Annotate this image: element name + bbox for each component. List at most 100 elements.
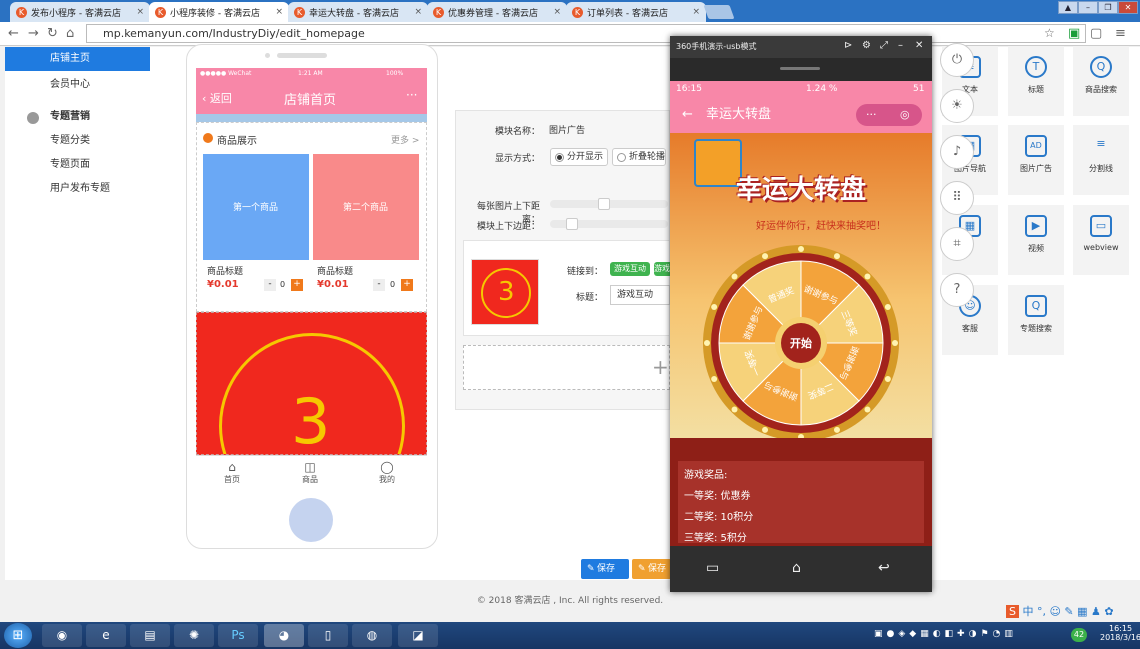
radio-separate[interactable]: 分开显示: [550, 148, 609, 166]
restore-icon[interactable]: ❐: [1098, 1, 1118, 14]
new-tab-button[interactable]: [703, 5, 735, 19]
notification-badge[interactable]: 42: [1071, 628, 1087, 642]
sidebar-item-store-home[interactable]: 店铺主页: [5, 47, 150, 71]
qty-minus-button[interactable]: -: [373, 279, 385, 291]
more-icon[interactable]: ···: [866, 97, 877, 133]
settings-gear-icon[interactable]: ⚙: [862, 40, 871, 51]
tray-icons[interactable]: ▣●◈◆▦◐◧✚◑⚑◔▥: [874, 629, 1017, 639]
back-label: 返回: [209, 92, 232, 105]
module-spacing-handle[interactable]: [566, 218, 578, 230]
close-icon[interactable]: ×: [553, 7, 561, 17]
start-button[interactable]: ⊞: [4, 623, 32, 648]
sidebar-item-topic-category[interactable]: 专题分类: [5, 129, 150, 153]
sidebar-item-user-topic[interactable]: 用户发布专题: [5, 177, 150, 201]
back-icon[interactable]: ↩: [878, 560, 890, 576]
home-icon[interactable]: ⌂: [792, 560, 801, 576]
back-icon[interactable]: ←: [8, 26, 19, 41]
folder-icon[interactable]: ▤: [130, 624, 170, 647]
volume-icon[interactable]: ♪: [940, 135, 974, 169]
link-tag-secondary[interactable]: 游戏: [654, 262, 670, 276]
power-icon[interactable]: ⏻: [940, 43, 974, 77]
tab-lucky-wheel[interactable]: K 幸运大转盘 - 客满云店 ×: [288, 2, 428, 22]
tab-coupons[interactable]: K 优惠券管理 - 客满云店 ×: [427, 2, 567, 22]
phone-header: ‹ 返回 店铺首页 ···: [196, 80, 427, 114]
qty-plus-button[interactable]: +: [401, 279, 413, 291]
menu-icon[interactable]: ≡: [1115, 26, 1126, 41]
photoshop-icon[interactable]: Ps: [218, 624, 258, 647]
minimize-icon[interactable]: –: [898, 40, 903, 51]
pin-icon[interactable]: ⊳: [844, 40, 852, 51]
tool-title[interactable]: T 标题: [1008, 46, 1064, 116]
close-icon[interactable]: ✕: [915, 40, 923, 51]
home-icon[interactable]: ⌂: [66, 26, 74, 41]
home-button[interactable]: [289, 498, 333, 542]
tool-product-search[interactable]: Q 商品搜索: [1073, 46, 1129, 116]
tool-image-ad[interactable]: AD 图片广告: [1008, 125, 1064, 195]
app-icon[interactable]: ◉: [42, 624, 82, 647]
wheel-start-button[interactable]: 开始: [790, 336, 812, 350]
help-icon[interactable]: ?: [940, 273, 974, 307]
save-button[interactable]: ✎ 保存: [581, 559, 629, 579]
sidebar-group-topic-marketing[interactable]: 专题营销: [5, 105, 150, 129]
close-circle-icon[interactable]: ◎: [900, 97, 910, 133]
more-link[interactable]: 更多 >: [391, 133, 419, 146]
minimize-icon[interactable]: –: [1078, 1, 1098, 14]
prize-wheel[interactable]: 谢谢参与三等奖谢谢参与二等奖谢谢参与一等奖谢谢参与普通奖 开始: [701, 243, 901, 443]
screenshot-icon[interactable]: ⌗: [940, 227, 974, 261]
tab-publish[interactable]: K 发布小程序 - 客满云店 ×: [10, 2, 150, 22]
expand-icon[interactable]: ⤢: [880, 40, 888, 51]
ime-toolbar[interactable]: S 中 °, ☺ ✎ ▦ ♟ ✿: [1006, 603, 1136, 621]
app-icon[interactable]: ✺: [174, 624, 214, 647]
keyboard-icon[interactable]: ⠿: [940, 181, 974, 215]
close-icon[interactable]: ×: [692, 7, 700, 17]
sidebar-item-member-center[interactable]: 会员中心: [5, 73, 150, 97]
ad-thumbnail[interactable]: 3: [471, 259, 539, 325]
close-icon[interactable]: ×: [275, 7, 283, 17]
product-image[interactable]: 第一个商品: [203, 154, 309, 260]
reload-icon[interactable]: ↻: [47, 26, 58, 41]
link-tag[interactable]: 游戏互动: [610, 262, 650, 276]
miniapp-capsule[interactable]: ··· ◎: [856, 104, 922, 126]
tab-home[interactable]: ⌂ 首页: [224, 460, 240, 485]
recent-apps-icon[interactable]: ▭: [706, 560, 719, 576]
tab-goods[interactable]: ◫ 商品: [302, 460, 318, 485]
forward-icon[interactable]: →: [28, 26, 39, 41]
qty-minus-button[interactable]: -: [264, 279, 276, 291]
wheel-light: [864, 273, 871, 280]
add-ad-button[interactable]: +: [463, 345, 670, 390]
image-spacing-handle[interactable]: [598, 198, 610, 210]
back-arrow-icon[interactable]: ←: [682, 97, 693, 133]
more-icon[interactable]: ···: [406, 88, 417, 102]
tab-orders[interactable]: K 订单列表 - 客满云店 ×: [566, 2, 706, 22]
radio-carousel[interactable]: 折叠轮播: [612, 148, 666, 166]
taskbar-clock[interactable]: 16:15 2018/3/16: [1100, 624, 1140, 642]
close-icon[interactable]: ×: [414, 7, 422, 17]
wheel-light: [884, 375, 891, 382]
tool-webview[interactable]: ▭ webview: [1073, 205, 1129, 275]
ie-icon[interactable]: e: [86, 624, 126, 647]
url-input[interactable]: mp.kemanyun.com/IndustryDiy/edit_homepag…: [86, 24, 1086, 43]
title-input[interactable]: 游戏互动: [610, 285, 670, 305]
save-preview-button[interactable]: ✎ 保存: [632, 559, 672, 579]
obs-icon[interactable]: ◍: [352, 624, 392, 647]
qty-plus-button[interactable]: +: [291, 279, 303, 291]
bookmark-star-icon[interactable]: ☆: [1044, 26, 1055, 40]
window-close-icon[interactable]: ✕: [1118, 1, 1138, 14]
sidebar-item-topic-page[interactable]: 专题页面: [5, 153, 150, 177]
tool-video[interactable]: ▶ 视频: [1008, 205, 1064, 275]
tab-mine[interactable]: ◯ 我的: [379, 460, 395, 485]
brightness-icon[interactable]: ☀: [940, 89, 974, 123]
banner-ad-image[interactable]: 3: [196, 312, 427, 455]
product-image[interactable]: 第二个商品: [313, 154, 419, 260]
back-link[interactable]: ‹ 返回: [202, 90, 232, 106]
tool-topic-search[interactable]: Q 专题搜索: [1008, 285, 1064, 355]
user-icon[interactable]: ▲: [1058, 1, 1078, 14]
tab-decorate[interactable]: K 小程序装修 - 客满云店 ×: [149, 2, 289, 22]
chrome-icon[interactable]: ◕: [264, 624, 304, 647]
extension-icon[interactable]: ▣: [1068, 26, 1080, 41]
phone-app-icon[interactable]: ▯: [308, 624, 348, 647]
app-icon[interactable]: ◪: [398, 624, 438, 647]
extension2-icon[interactable]: ▢: [1090, 26, 1102, 41]
tool-divider[interactable]: ≡ 分割线: [1073, 125, 1129, 195]
close-icon[interactable]: ×: [136, 7, 144, 17]
